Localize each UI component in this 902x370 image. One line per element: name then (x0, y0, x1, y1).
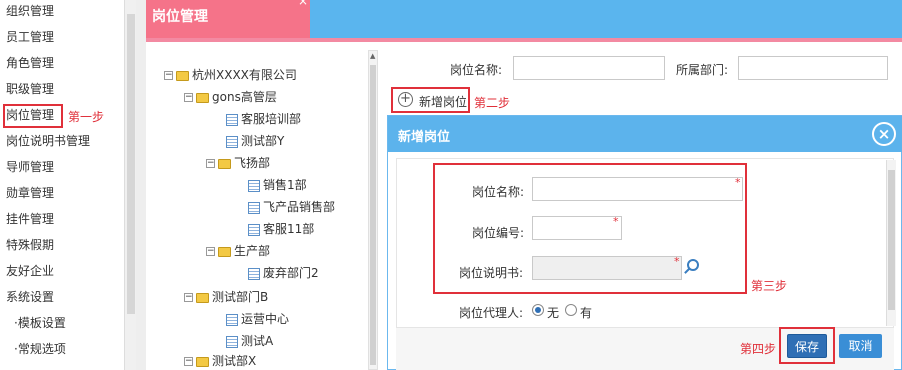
tree-node-label: 客服培训部 (241, 112, 302, 126)
divider (136, 0, 146, 370)
add-icon[interactable]: + (398, 92, 413, 107)
folder-icon (218, 158, 231, 169)
step1-annotation: 第一步 (68, 110, 105, 124)
sidebar-subitem-templates[interactable]: ·模板设置 (14, 312, 66, 338)
folder-icon (196, 356, 209, 367)
folder-icon (196, 292, 209, 303)
sidebar-item-position-docs[interactable]: 岗位说明书管理 (6, 130, 90, 156)
department-icon (248, 201, 260, 214)
tree-node-label: 客服11部 (263, 222, 315, 236)
tree-node-label: 运营中心 (241, 312, 290, 326)
step4-annotation: 第四步 (740, 342, 777, 356)
tree-node-label: 测试部X (212, 354, 257, 368)
collapse-icon[interactable]: − (206, 247, 215, 256)
sidebar-item-org[interactable]: 组织管理 (6, 0, 54, 26)
tree-node[interactable]: 运营中心 (226, 310, 289, 328)
tree-node-label: 测试部门B (212, 290, 269, 304)
collapse-icon[interactable]: − (184, 357, 193, 366)
agent-radio-none[interactable] (532, 304, 544, 316)
tree-node-label: 测试A (241, 334, 274, 348)
department-icon (248, 267, 260, 280)
sidebar-subitem-options[interactable]: ·常规选项 (14, 338, 66, 364)
close-icon[interactable]: × (298, 0, 308, 8)
step3-annotation: 第三步 (751, 279, 788, 293)
agent-option-yes-label: 有 (580, 306, 593, 320)
tree-node[interactable]: 废弃部门2 (248, 264, 319, 282)
collapse-icon[interactable]: − (184, 293, 193, 302)
tree-node-label: 飞扬部 (234, 156, 271, 170)
tree-node[interactable]: − 生产部 (206, 242, 270, 260)
cancel-button[interactable]: 取消 (839, 334, 882, 358)
add-position-button[interactable]: 新增岗位 (419, 93, 467, 110)
tree-node[interactable]: 测试A (226, 332, 273, 350)
dialog-scroll-thumb[interactable] (888, 170, 895, 310)
department-icon (226, 335, 238, 348)
step2-annotation: 第二步 (474, 96, 511, 110)
folder-icon (218, 246, 231, 257)
collapse-icon[interactable]: − (184, 93, 193, 102)
dialog-close-icon[interactable]: × (872, 122, 896, 146)
dialog-header: 新增岗位 × (388, 116, 902, 152)
sidebar-item-settings[interactable]: 系统设置 (6, 286, 54, 312)
position-agent-label: 岗位代理人: (459, 306, 524, 320)
search-name-input[interactable] (513, 56, 665, 80)
header-band (310, 0, 902, 38)
tree-node-label: 废弃部门2 (263, 266, 319, 280)
tree-node[interactable]: − 测试部门B (184, 288, 268, 306)
sidebar-item-staff[interactable]: 员工管理 (6, 26, 54, 52)
scroll-up-icon[interactable]: ▲ (370, 52, 375, 60)
tree-node[interactable]: 销售1部 (248, 176, 307, 194)
sidebar-item-ranks[interactable]: 职级管理 (6, 78, 54, 104)
search-name-label: 岗位名称: (450, 63, 503, 77)
sidebar-item-partners[interactable]: 友好企业 (6, 260, 54, 286)
tree-node[interactable]: 飞产品销售部 (248, 198, 335, 216)
save-button[interactable]: 保存 (787, 334, 827, 358)
tree-scrollbar[interactable]: ▲ (368, 50, 378, 370)
agent-radio-yes[interactable] (565, 304, 577, 316)
tree-node-label: 杭州XXXX有限公司 (192, 68, 297, 82)
step3-highlight (433, 163, 747, 294)
tree-node-label: gons高管层 (212, 90, 277, 104)
tree-node-label: 测试部Y (241, 134, 285, 148)
dialog-scrollbar[interactable] (886, 160, 896, 326)
sidebar-item-special-leave[interactable]: 特殊假期 (6, 234, 54, 260)
department-icon (226, 113, 238, 126)
tree-node[interactable]: 测试部Y (226, 132, 284, 150)
tree-node[interactable]: 客服11部 (248, 220, 314, 238)
tree-node[interactable]: − 飞扬部 (206, 154, 270, 172)
sidebar-item-pendants[interactable]: 挂件管理 (6, 208, 54, 234)
collapse-icon[interactable]: − (206, 159, 215, 168)
app-root: 组织管理 员工管理 角色管理 职级管理 岗位管理 岗位说明书管理 导师管理 勋章… (0, 0, 902, 370)
tree-node[interactable]: − 测试部X (184, 352, 256, 370)
panel-header: 岗位管理 × (146, 0, 310, 38)
department-tree: − 杭州XXXX有限公司 − gons高管层 客服培训部 测试部Y − 飞扬部 销售1… (146, 42, 368, 370)
tree-node[interactable]: − 杭州XXXX有限公司 (164, 66, 297, 84)
department-icon (248, 223, 260, 236)
sidebar-scrollbar[interactable] (124, 0, 136, 370)
search-dept-label: 所属部门: (676, 63, 729, 77)
tree-node-label: 销售1部 (263, 178, 307, 192)
folder-icon (196, 92, 209, 103)
tree-node[interactable]: − gons高管层 (184, 88, 277, 106)
sidebar-item-medals[interactable]: 勋章管理 (6, 182, 54, 208)
sidebar-item-roles[interactable]: 角色管理 (6, 52, 54, 78)
collapse-icon[interactable]: − (164, 71, 173, 80)
department-icon (226, 135, 238, 148)
tree-node[interactable]: 客服培训部 (226, 110, 301, 128)
sidebar-scroll-thumb[interactable] (127, 14, 135, 314)
department-icon (226, 313, 238, 326)
sidebar-item-mentors[interactable]: 导师管理 (6, 156, 54, 182)
tree-node-label: 飞产品销售部 (263, 200, 336, 214)
folder-icon (176, 70, 189, 81)
department-icon (248, 179, 260, 192)
sidebar: 组织管理 员工管理 角色管理 职级管理 岗位管理 岗位说明书管理 导师管理 勋章… (0, 0, 124, 370)
panel-title: 岗位管理 (152, 9, 208, 25)
tree-node-label: 生产部 (234, 244, 271, 258)
step1-highlight (3, 104, 63, 128)
tree-scroll-thumb[interactable] (370, 65, 376, 365)
agent-option-none-label: 无 (547, 306, 560, 320)
search-dept-input[interactable] (738, 56, 888, 80)
dialog-title: 新增岗位 (398, 130, 451, 145)
